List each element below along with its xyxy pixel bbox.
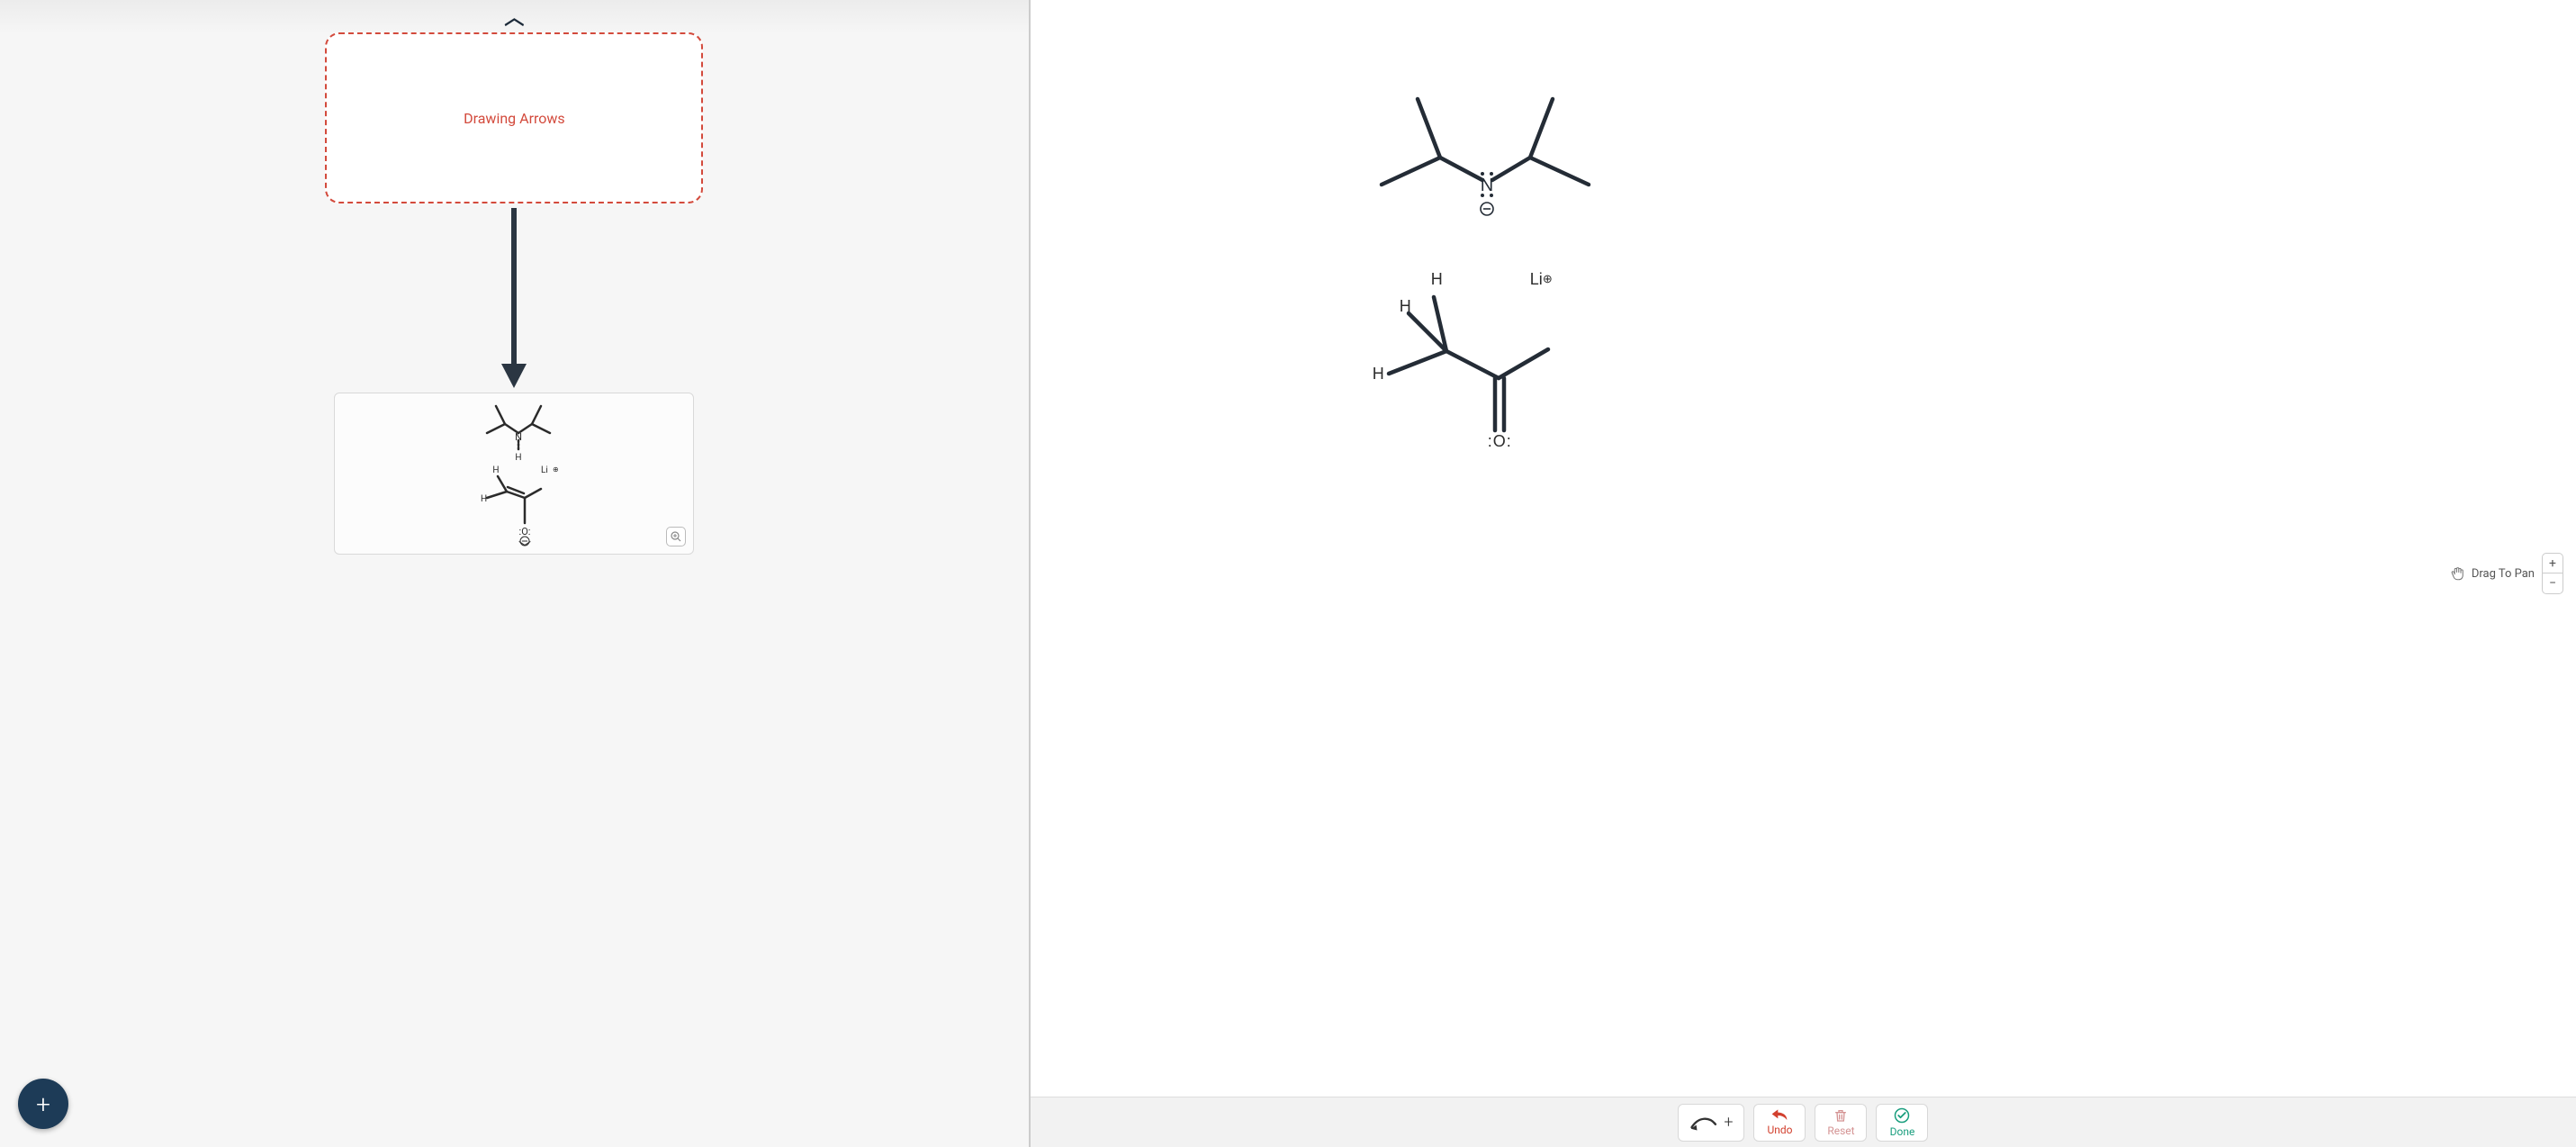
- reaction-arrow-icon: [496, 203, 532, 393]
- product-thumbnail[interactable]: N H H Li ⊕ H :O: ﹀: [334, 393, 694, 555]
- atom-Li: Li⊕: [1530, 270, 1553, 289]
- svg-text:﹀: ﹀: [518, 541, 531, 550]
- right-panel: N: [1031, 0, 2576, 1147]
- svg-text:H: H: [481, 494, 487, 504]
- reaction-arrow-wrap: [0, 203, 1029, 393]
- zoom-out-button[interactable]: −: [2543, 574, 2562, 593]
- plus-icon: +: [1724, 1113, 1733, 1132]
- undo-label: Undo: [1767, 1124, 1792, 1136]
- zoom-in-button[interactable]: +: [2543, 554, 2562, 574]
- svg-text:N: N: [1481, 176, 1493, 195]
- atom-O: :O:: [1488, 432, 1512, 451]
- reset-button[interactable]: Reset: [1815, 1104, 1867, 1142]
- svg-text:⊕: ⊕: [553, 465, 559, 474]
- atom-H-1: H: [1431, 270, 1443, 289]
- svg-text:N: N: [515, 431, 522, 443]
- magnifier-plus-icon: [671, 531, 681, 542]
- drawing-arrows-slot[interactable]: Drawing Arrows: [325, 32, 703, 203]
- trash-icon: [1833, 1108, 1848, 1123]
- svg-text:H: H: [493, 465, 500, 475]
- thumbnail-zoom-button[interactable]: [666, 527, 686, 546]
- svg-text::O:: :O:: [519, 526, 531, 537]
- done-label: Done: [1890, 1125, 1915, 1138]
- drawing-arrows-label: Drawing Arrows: [464, 110, 565, 127]
- left-panel: ︿ Drawing Arrows N H H: [0, 0, 1031, 1147]
- hand-icon: [2450, 565, 2466, 582]
- add-fab-button[interactable]: +: [18, 1079, 68, 1129]
- plus-icon: +: [2549, 556, 2556, 571]
- svg-text:Li: Li: [541, 465, 548, 475]
- check-circle-icon: [1894, 1107, 1910, 1124]
- canvas-toolbar: + Undo Reset Done: [1031, 1097, 2576, 1147]
- atom-H-3: H: [1373, 365, 1384, 384]
- curved-arrow-icon: [1689, 1113, 1720, 1133]
- minus-icon: −: [2549, 576, 2556, 591]
- plus-icon: +: [36, 1089, 50, 1119]
- curved-arrow-tool-button[interactable]: +: [1678, 1104, 1744, 1142]
- drawing-canvas[interactable]: N: [1031, 0, 2576, 1147]
- pan-controls: Drag To Pan + −: [2450, 553, 2563, 594]
- drag-to-pan-label: Drag To Pan: [2450, 565, 2535, 582]
- zoom-controls: + −: [2542, 553, 2563, 594]
- scroll-up-caret[interactable]: ︿: [504, 9, 524, 29]
- thumbnail-molecule: N H H Li ⊕ H :O: ﹀: [442, 397, 586, 550]
- atom-H-2: H: [1400, 297, 1411, 316]
- undo-button[interactable]: Undo: [1753, 1104, 1806, 1142]
- reset-label: Reset: [1827, 1124, 1854, 1137]
- undo-icon: [1770, 1109, 1788, 1122]
- svg-text:H: H: [516, 453, 522, 463]
- molecule-top: N: [1364, 72, 1616, 225]
- molecule-bottom: [1346, 252, 1598, 459]
- done-button[interactable]: Done: [1876, 1104, 1928, 1142]
